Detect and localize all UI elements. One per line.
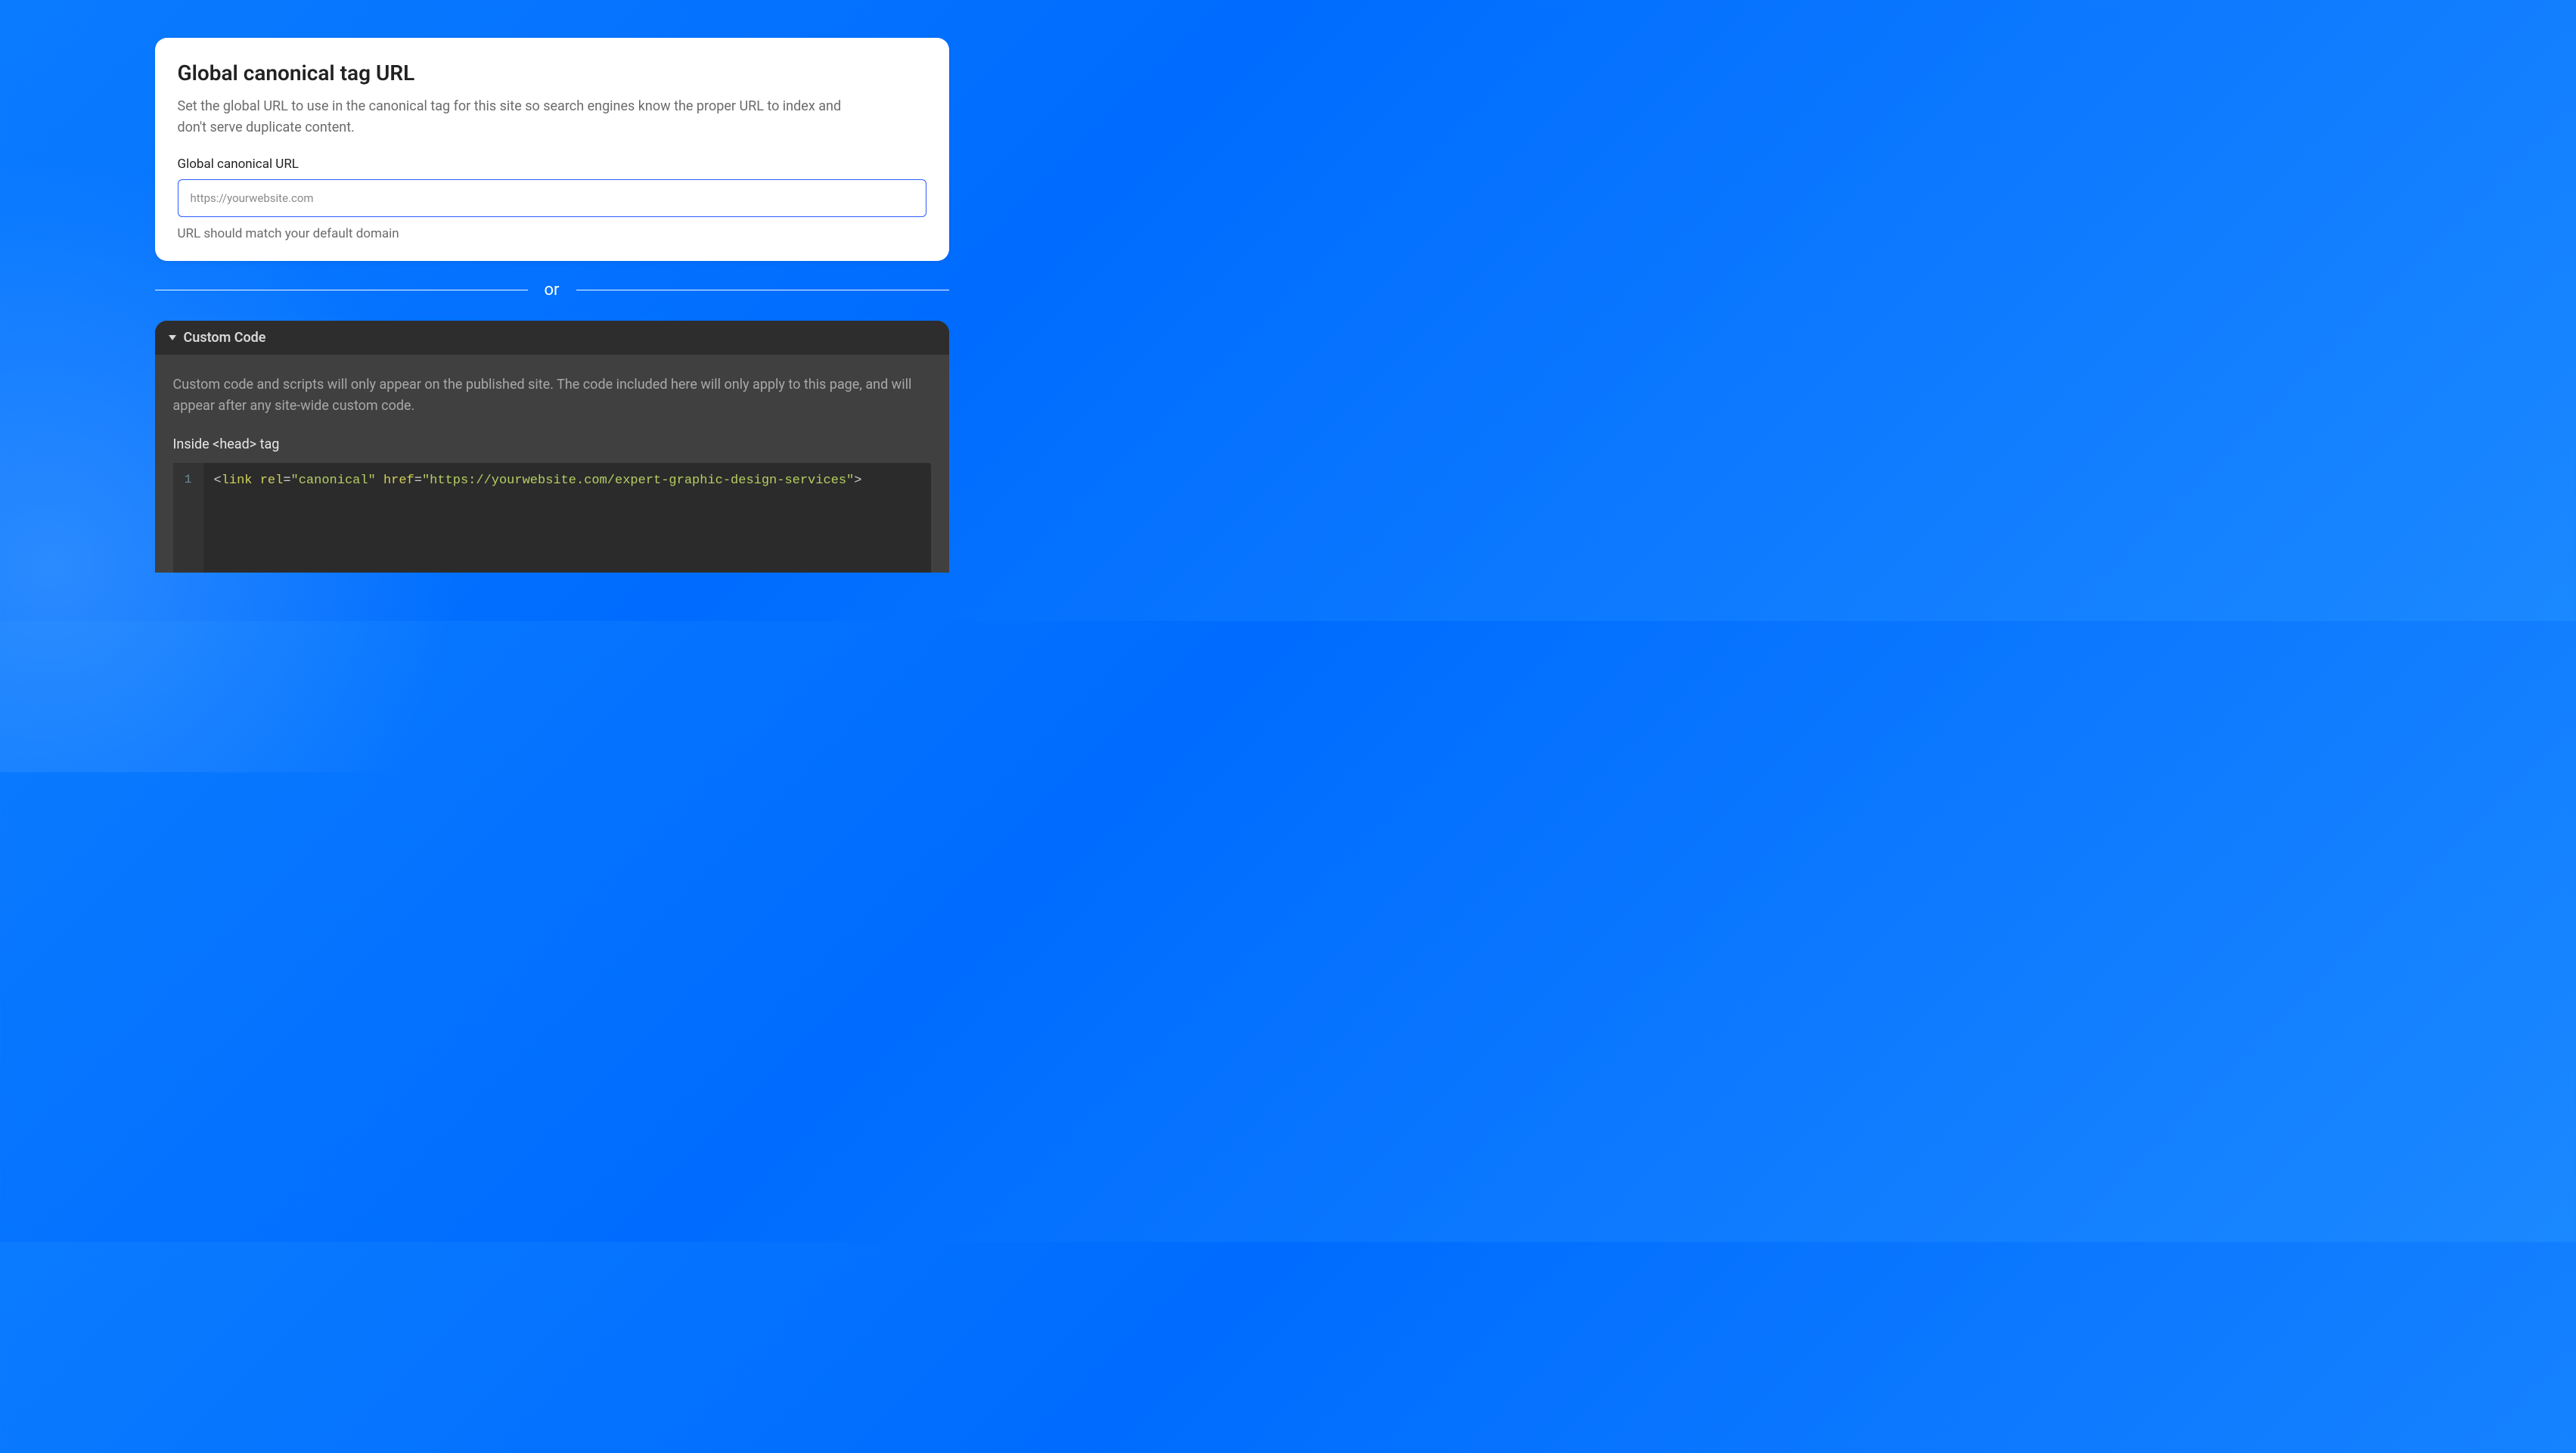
code-token-attr-href: href [383,473,414,488]
custom-code-header[interactable]: Custom Code [155,321,949,355]
line-number: 1 [173,470,203,490]
divider-label: or [528,281,576,300]
code-editor[interactable]: 1 <link rel="canonical" href="https://yo… [173,463,931,573]
or-divider: or [155,281,949,300]
helper-text: URL should match your default domain [178,226,926,241]
settings-container: Global canonical tag URL Set the global … [155,38,949,573]
code-token-string-rel: "canonical" [291,473,376,488]
chevron-down-icon [169,335,176,340]
field-label-canonical-url: Global canonical URL [178,157,926,172]
code-token-string-href: "https://yourwebsite.com/expert-graphic-… [422,473,854,488]
code-content[interactable]: <link rel="canonical" href="https://your… [203,463,931,573]
global-canonical-card: Global canonical tag URL Set the global … [155,38,949,261]
custom-code-card: Custom Code Custom code and scripts will… [155,321,949,573]
custom-code-description: Custom code and scripts will only appear… [173,374,931,417]
code-token-close-bracket: > [854,473,861,488]
code-token-eq: = [283,473,290,488]
code-token-tag: link [222,473,253,488]
code-token-space [253,473,260,488]
canonical-url-input[interactable] [178,179,926,217]
card-title: Global canonical tag URL [178,61,926,85]
custom-code-body: Custom code and scripts will only appear… [155,355,949,573]
code-token-eq: = [414,473,422,488]
custom-code-title: Custom Code [184,330,266,346]
code-token-open-bracket: < [214,473,222,488]
card-description: Set the global URL to use in the canonic… [178,96,874,138]
code-gutter: 1 [173,463,203,573]
head-tag-section-label: Inside <head> tag [173,436,931,452]
code-token-space [376,473,383,488]
code-token-attr-rel: rel [260,473,284,488]
